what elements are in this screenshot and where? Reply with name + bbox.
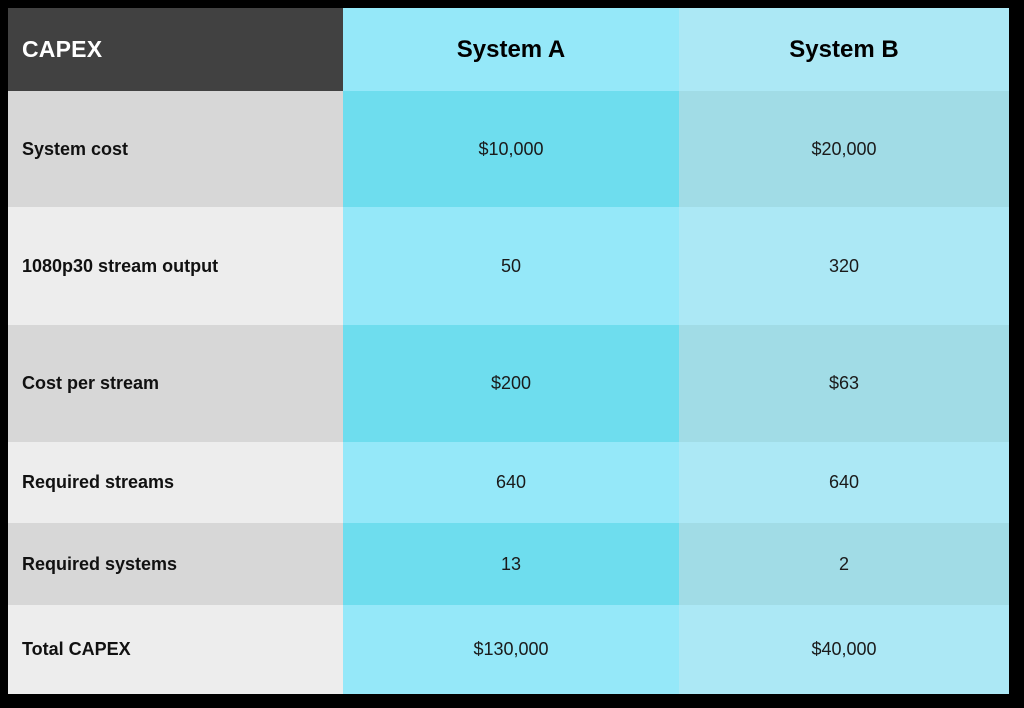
cell-value: 13 (500, 553, 522, 574)
row-value-system-a: $200 (343, 325, 679, 442)
cell-value: $10,000 (478, 138, 544, 159)
table-row: Cost per stream $200 $63 (8, 325, 1009, 442)
row-value-system-a: $130,000 (343, 605, 679, 694)
cell-value: 320 (828, 255, 860, 276)
cell-value: 640 (828, 472, 860, 492)
row-label: Cost per stream (22, 373, 160, 393)
row-value-system-a: 13 (343, 523, 679, 605)
page-title: CAPEX (22, 36, 103, 62)
capex-comparison-table: CAPEX System A System B System cost $10,… (8, 8, 1009, 694)
cell-value: $40,000 (811, 639, 877, 659)
cell-value: 50 (500, 255, 522, 276)
row-label: Required streams (22, 472, 175, 492)
row-value-system-a: 50 (343, 207, 679, 325)
row-value-system-b: 320 (679, 207, 1009, 325)
cell-value: $20,000 (811, 138, 877, 159)
row-label-cell: System cost (8, 91, 343, 207)
row-value-system-b: 2 (679, 523, 1009, 605)
table-row: Required systems 13 2 (8, 523, 1009, 605)
row-value-system-a: $10,000 (343, 91, 679, 207)
row-label-cell: Cost per stream (8, 325, 343, 442)
table-row: 1080p30 stream output 50 320 (8, 207, 1009, 325)
row-label-cell: 1080p30 stream output (8, 207, 343, 325)
column-header-system-a: System A (343, 8, 679, 91)
row-label: Total CAPEX (22, 639, 131, 659)
column-header-system-b: System B (679, 8, 1009, 91)
table-row: System cost $10,000 $20,000 (8, 91, 1009, 207)
cell-value: 640 (495, 472, 527, 492)
row-label: Required systems (22, 553, 178, 574)
row-value-system-b: 640 (679, 442, 1009, 523)
cell-value: 2 (838, 553, 849, 574)
row-label: 1080p30 stream output (22, 255, 219, 276)
cell-value: $130,000 (473, 639, 549, 659)
table-row: Total CAPEX $130,000 $40,000 (8, 605, 1009, 694)
cell-value: $63 (828, 373, 860, 393)
table-header-row: CAPEX System A System B (8, 8, 1009, 91)
row-value-system-b: $63 (679, 325, 1009, 442)
row-value-system-b: $40,000 (679, 605, 1009, 694)
table-corner-header: CAPEX (8, 8, 343, 91)
row-label-cell: Total CAPEX (8, 605, 343, 694)
row-label: System cost (22, 138, 129, 159)
row-value-system-a: 640 (343, 442, 679, 523)
column-header-label: System B (789, 35, 899, 63)
table-row: Required streams 640 640 (8, 442, 1009, 523)
row-value-system-b: $20,000 (679, 91, 1009, 207)
row-label-cell: Required streams (8, 442, 343, 523)
cell-value: $200 (490, 373, 532, 393)
row-label-cell: Required systems (8, 523, 343, 605)
column-header-label: System A (456, 35, 566, 63)
